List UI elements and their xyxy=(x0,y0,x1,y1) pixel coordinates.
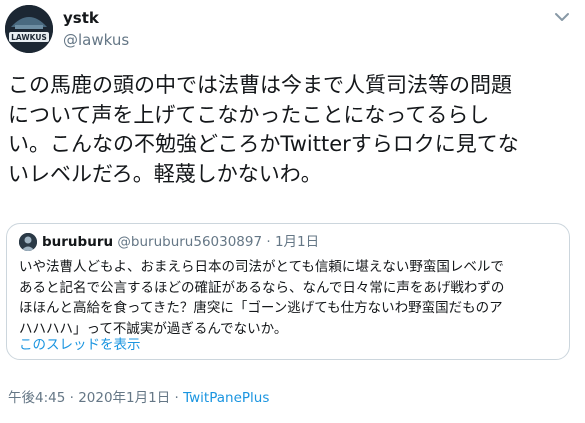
user-avatar-icon xyxy=(19,233,37,251)
meta-separator: · xyxy=(170,390,184,406)
quoted-text: いや法曹人どもよ、おまえら日本の司法がとても信頼に堪えない野蛮国レベルで あると… xyxy=(19,259,505,337)
quoted-author-avatar xyxy=(19,233,37,251)
tweet-date[interactable]: 2020年1月1日 xyxy=(78,390,170,406)
tweet-card: LAWKUS ystk @lawkus この馬鹿の頭の中では法曹は今まで人質司法… xyxy=(0,0,585,423)
author-avatar[interactable]: LAWKUS xyxy=(5,5,53,53)
quoted-author-handle: @buruburu56030897 xyxy=(117,234,263,250)
quoted-header: buruburu @buruburu56030897 · 1月1日 xyxy=(42,233,319,251)
tweet-meta: 午後4:45 · 2020年1月1日 · TwitPanePlus xyxy=(8,389,269,407)
tweet-time[interactable]: 午後4:45 xyxy=(8,390,65,406)
avatar-label: LAWKUS xyxy=(11,33,47,42)
quoted-separator: · xyxy=(266,234,271,250)
tweet-source-link[interactable]: TwitPanePlus xyxy=(183,390,269,406)
author-handle[interactable]: @lawkus xyxy=(63,31,129,49)
hat-avatar-icon: LAWKUS xyxy=(5,5,53,53)
tweet-text: この馬鹿の頭の中では法曹は今まで人質司法等の問題 について声を上げてこなかったこ… xyxy=(8,73,519,186)
quoted-author-name: buruburu xyxy=(42,234,114,250)
show-thread-link[interactable]: このスレッドを表示 xyxy=(19,336,141,354)
author-name[interactable]: ystk xyxy=(63,9,99,27)
tweet-menu-button[interactable] xyxy=(551,8,573,26)
quoted-tweet[interactable]: buruburu @buruburu56030897 · 1月1日 いや法曹人ど… xyxy=(6,223,570,360)
chevron-down-icon xyxy=(555,13,569,21)
quoted-date: 1月1日 xyxy=(274,234,320,250)
meta-separator: · xyxy=(65,390,79,406)
